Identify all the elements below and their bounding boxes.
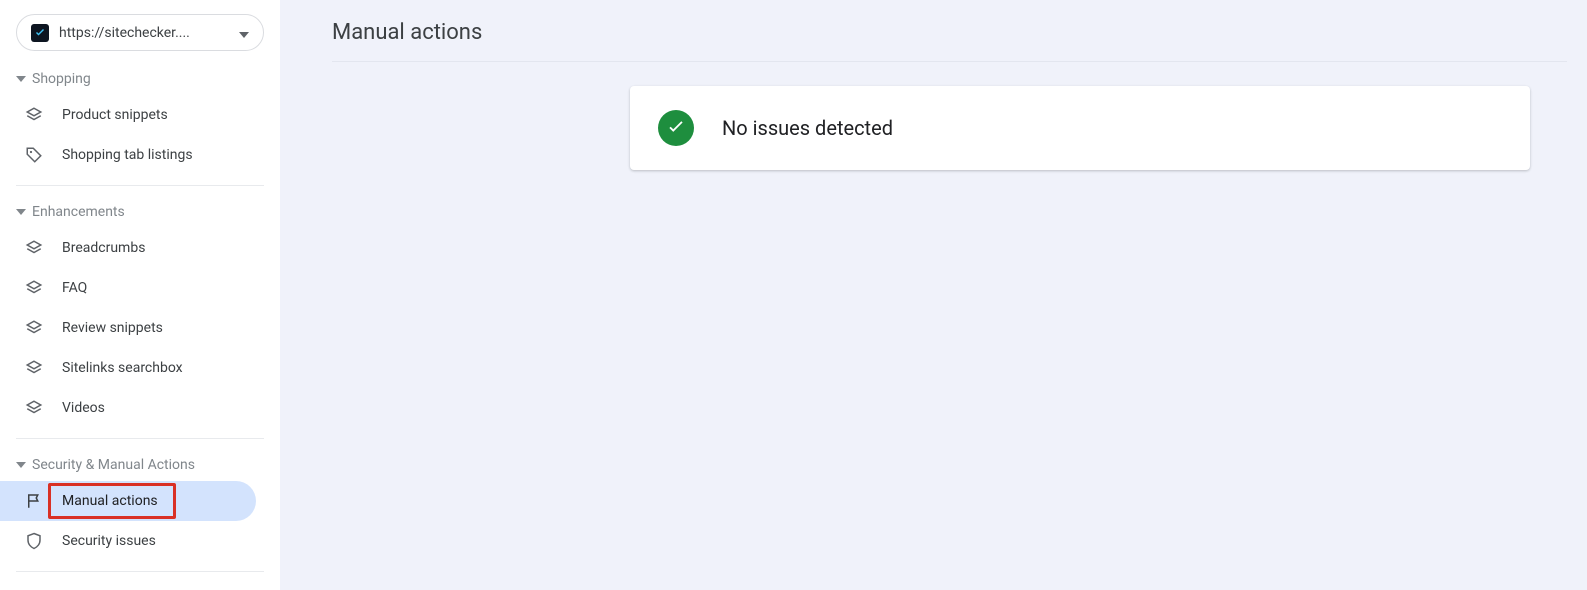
nav-label: Product snippets xyxy=(62,107,168,123)
sidebar-item-security-issues[interactable]: Security issues xyxy=(0,521,256,561)
main-content: Manual actions No issues detected xyxy=(280,0,1587,590)
nav-label: FAQ xyxy=(62,280,87,296)
section-title: Shopping xyxy=(32,71,91,87)
divider xyxy=(16,185,264,186)
nav-label: Review snippets xyxy=(62,320,163,336)
nav-label: Videos xyxy=(62,400,105,416)
nav-label: Breadcrumbs xyxy=(62,240,145,256)
divider xyxy=(16,438,264,439)
sidebar-item-faq[interactable]: FAQ xyxy=(0,268,256,308)
tag-icon xyxy=(24,145,44,165)
sidebar-item-manual-actions[interactable]: Manual actions xyxy=(0,481,256,521)
caret-down-icon xyxy=(16,76,26,82)
section-header-security-manual-actions[interactable]: Security & Manual Actions xyxy=(0,449,280,481)
caret-down-icon xyxy=(16,462,26,468)
section-title: Enhancements xyxy=(32,204,125,220)
check-circle-icon xyxy=(658,110,694,146)
nav-label: Manual actions xyxy=(62,493,158,509)
sidebar-item-videos[interactable]: Videos xyxy=(0,388,256,428)
nav-label: Sitelinks searchbox xyxy=(62,360,183,376)
section-header-shopping[interactable]: Shopping xyxy=(0,63,280,95)
nav-label: Shopping tab listings xyxy=(62,147,193,163)
sidebar-item-shopping-tab-listings[interactable]: Shopping tab listings xyxy=(0,135,256,175)
property-selector[interactable]: https://sitechecker.... xyxy=(16,14,264,51)
sidebar-item-sitelinks-searchbox[interactable]: Sitelinks searchbox xyxy=(0,348,256,388)
divider xyxy=(16,571,264,572)
sidebar: https://sitechecker.... Shopping Product… xyxy=(0,0,280,590)
shield-icon xyxy=(24,531,44,551)
site-favicon xyxy=(31,24,49,42)
layers-icon xyxy=(24,278,44,298)
section-title: Security & Manual Actions xyxy=(32,457,195,473)
page-header: Manual actions xyxy=(332,0,1567,62)
sidebar-item-review-snippets[interactable]: Review snippets xyxy=(0,308,256,348)
layers-icon xyxy=(24,398,44,418)
property-url: https://sitechecker.... xyxy=(59,25,229,41)
status-message: No issues detected xyxy=(722,116,893,140)
layers-icon xyxy=(24,105,44,125)
status-card: No issues detected xyxy=(630,86,1530,170)
layers-icon xyxy=(24,358,44,378)
section-header-enhancements[interactable]: Enhancements xyxy=(0,196,280,228)
chevron-down-icon xyxy=(239,23,249,42)
nav-label: Security issues xyxy=(62,533,156,549)
sidebar-item-breadcrumbs[interactable]: Breadcrumbs xyxy=(0,228,256,268)
caret-down-icon xyxy=(16,209,26,215)
layers-icon xyxy=(24,238,44,258)
layers-icon xyxy=(24,318,44,338)
sidebar-item-product-snippets[interactable]: Product snippets xyxy=(0,95,256,135)
page-title: Manual actions xyxy=(332,20,1567,45)
flag-icon xyxy=(24,491,44,511)
